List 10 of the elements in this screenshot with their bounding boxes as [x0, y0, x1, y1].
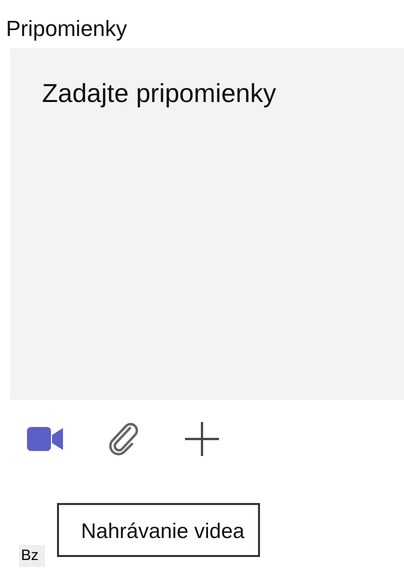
add-button[interactable] [185, 422, 219, 456]
tooltip: Nahrávanie videa [57, 503, 260, 557]
attach-button[interactable] [108, 422, 140, 456]
plus-icon [185, 422, 219, 456]
shortcut-badge: Bz [19, 545, 45, 567]
field-label: Pripomienky [5, 15, 128, 42]
video-camera-icon [27, 427, 63, 451]
video-button[interactable] [27, 427, 63, 451]
paperclip-icon [108, 422, 140, 456]
comments-field[interactable]: Zadajte pripomienky [10, 48, 404, 400]
